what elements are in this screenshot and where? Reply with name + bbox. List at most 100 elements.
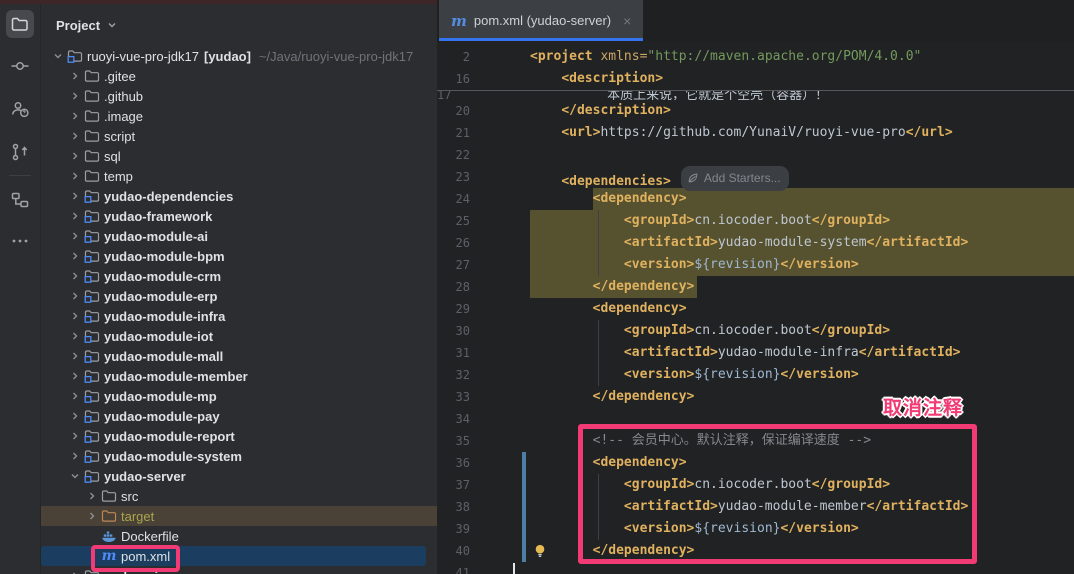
tree-item-yudao-server[interactable]: yudao-server <box>41 466 437 486</box>
code-line-29[interactable]: 29 <dependency> <box>437 298 1074 320</box>
code-line-26[interactable]: 26 <artifactId>yudao-module-system</arti… <box>437 232 1074 254</box>
chevron-right-icon[interactable] <box>66 228 83 244</box>
tree-item-.github[interactable]: .github <box>41 86 437 106</box>
code-line-2[interactable]: 2<project xmlns="http://maven.apache.org… <box>437 46 1074 68</box>
intention-lightbulb-icon[interactable] <box>532 543 548 559</box>
chevron-right-icon[interactable] <box>66 448 83 464</box>
tab-pom-xml[interactable]: m pom.xml (yudao-server) × <box>439 0 643 41</box>
tree-item-temp[interactable]: temp <box>41 166 437 186</box>
structure-icon[interactable] <box>10 190 30 210</box>
code-line-41[interactable]: 41 <box>437 562 1074 574</box>
code-line-32[interactable]: 32 <version>${revision}</version> <box>437 364 1074 386</box>
tree-item-yudao-dependencies[interactable]: yudao-dependencies <box>41 186 437 206</box>
tree-item-pom.xml[interactable]: mpom.xml <box>41 546 426 566</box>
module-folder-icon <box>83 288 101 304</box>
chevron-right-icon[interactable] <box>66 188 83 204</box>
tree-item-src[interactable]: src <box>41 486 437 506</box>
changed-lines-marker[interactable] <box>522 496 526 518</box>
chevron-right-icon[interactable] <box>83 508 100 524</box>
changed-lines-marker[interactable] <box>522 518 526 540</box>
chevron-right-icon[interactable] <box>66 168 83 184</box>
chevron-right-icon[interactable] <box>66 568 83 574</box>
changed-lines-marker[interactable] <box>522 474 526 496</box>
code-line-34[interactable]: 34 <box>437 408 1074 430</box>
collaboration-help-icon[interactable] <box>10 99 30 119</box>
chevron-right-icon[interactable] <box>66 408 83 424</box>
code-line-17[interactable]: 17 本质上来说，它就是个空壳（容器）！ <box>437 90 1074 100</box>
tree-item-yudao-module-iot[interactable]: yudao-module-iot <box>41 326 437 346</box>
chevron-right-icon[interactable] <box>66 268 83 284</box>
pull-requests-icon[interactable] <box>10 142 30 162</box>
tree-item-yudao-module-ai[interactable]: yudao-module-ai <box>41 226 437 246</box>
tree-item-yudao-module-infra[interactable]: yudao-module-infra <box>41 306 437 326</box>
tree-item-yudao-ui[interactable]: yudao-ui <box>41 566 437 574</box>
code-line-30[interactable]: 30 <groupId>cn.iocoder.boot</groupId> <box>437 320 1074 342</box>
tree-item-yudao-module-mall[interactable]: yudao-module-mall <box>41 346 437 366</box>
tree-item-dockerfile[interactable]: Dockerfile <box>41 526 437 546</box>
tree-item-yudao-module-system[interactable]: yudao-module-system <box>41 446 437 466</box>
chevron-right-icon[interactable] <box>66 428 83 444</box>
changed-lines-marker[interactable] <box>522 452 526 474</box>
code-line-28[interactable]: 28 </dependency> <box>437 276 1074 298</box>
changed-lines-marker[interactable] <box>522 540 526 562</box>
chevron-right-icon[interactable] <box>66 208 83 224</box>
chevron-right-icon[interactable] <box>66 108 83 124</box>
code-line-27[interactable]: 27 <version>${revision}</version> <box>437 254 1074 276</box>
module-folder-icon <box>83 268 101 284</box>
tree-item-yudao-module-bpm[interactable]: yudao-module-bpm <box>41 246 437 266</box>
code-line-21[interactable]: 21 <url>https://github.com/YunaiV/ruoyi-… <box>437 122 1074 144</box>
folder-icon <box>83 168 101 184</box>
tree-item-sql[interactable]: sql <box>41 146 437 166</box>
tree-item-script[interactable]: script <box>41 126 437 146</box>
close-tab-icon[interactable]: × <box>623 15 631 27</box>
code-line-39[interactable]: 39 <version>${revision}</version> <box>437 518 1074 540</box>
code-line-16[interactable]: 16 <description> <box>437 68 1074 90</box>
tree-item-ruoyi-vue-pro-jdk17[interactable]: ruoyi-vue-pro-jdk17[yudao]~/Java/ruoyi-v… <box>41 46 437 66</box>
chevron-down-icon[interactable] <box>49 48 66 64</box>
tree-item-yudao-module-pay[interactable]: yudao-module-pay <box>41 406 437 426</box>
code-line-40[interactable]: 40 </dependency> <box>437 540 1074 562</box>
project-folder-icon[interactable] <box>10 14 30 34</box>
chevron-down-icon[interactable] <box>66 468 83 484</box>
tree-item-yudao-module-report[interactable]: yudao-module-report <box>41 426 437 446</box>
chevron-right-icon[interactable] <box>66 308 83 324</box>
code-line-35[interactable]: 35 <!-- 会员中心。默认注释，保证编译速度 --> <box>437 430 1074 452</box>
chevron-right-icon[interactable] <box>66 368 83 384</box>
code-line-23[interactable]: 23 <dependencies>Add Starters... <box>437 166 1074 188</box>
code-editor[interactable]: 2<project xmlns="http://maven.apache.org… <box>437 46 1074 574</box>
tree-item-yudao-module-mp[interactable]: yudao-module-mp <box>41 386 437 406</box>
chevron-right-icon[interactable] <box>66 68 83 84</box>
tree-item-yudao-module-erp[interactable]: yudao-module-erp <box>41 286 437 306</box>
chevron-down-icon <box>106 19 118 31</box>
code-line-37[interactable]: 37 <groupId>cn.iocoder.boot</groupId> <box>437 474 1074 496</box>
chevron-right-icon[interactable] <box>83 488 100 504</box>
code-line-33[interactable]: 33 </dependency> <box>437 386 1074 408</box>
tree-item-yudao-framework[interactable]: yudao-framework <box>41 206 437 226</box>
commit-icon[interactable] <box>10 56 30 76</box>
tree-item-.image[interactable]: .image <box>41 106 437 126</box>
chevron-right-icon[interactable] <box>66 88 83 104</box>
tree-item-.gitee[interactable]: .gitee <box>41 66 437 86</box>
code-line-31[interactable]: 31 <artifactId>yudao-module-infra</artif… <box>437 342 1074 364</box>
code-text: <artifactId>yudao-module-member</artifac… <box>530 496 968 518</box>
code-line-36[interactable]: 36 <dependency> <box>437 452 1074 474</box>
chevron-right-icon[interactable] <box>66 248 83 264</box>
more-icon[interactable] <box>10 231 30 251</box>
project-panel-header[interactable]: Project <box>41 4 437 46</box>
chevron-right-icon[interactable] <box>66 128 83 144</box>
add-starters-inlay-button[interactable]: Add Starters... <box>681 166 789 191</box>
code-line-22[interactable]: 22 <box>437 144 1074 166</box>
line-number: 33 <box>437 386 470 408</box>
chevron-right-icon[interactable] <box>66 348 83 364</box>
code-line-20[interactable]: 20 </description> <box>437 100 1074 122</box>
chevron-right-icon[interactable] <box>66 288 83 304</box>
code-line-25[interactable]: 25 <groupId>cn.iocoder.boot</groupId> <box>437 210 1074 232</box>
tree-item-yudao-module-crm[interactable]: yudao-module-crm <box>41 266 437 286</box>
tree-item-yudao-module-member[interactable]: yudao-module-member <box>41 366 437 386</box>
chevron-right-icon[interactable] <box>66 148 83 164</box>
chevron-right-icon[interactable] <box>66 328 83 344</box>
spring-leaf-icon <box>687 172 699 184</box>
chevron-right-icon[interactable] <box>66 388 83 404</box>
tree-item-target[interactable]: target <box>41 506 437 526</box>
code-line-38[interactable]: 38 <artifactId>yudao-module-member</arti… <box>437 496 1074 518</box>
